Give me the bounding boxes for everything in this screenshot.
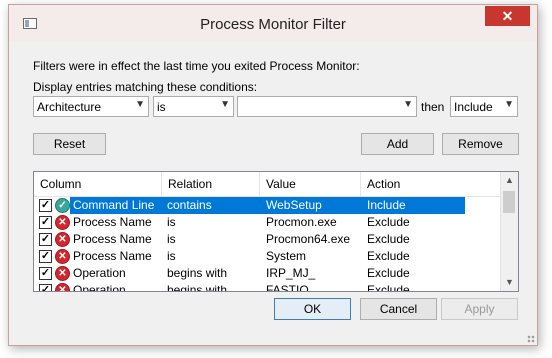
- cell-value: Procmon64.exe: [266, 232, 351, 246]
- reset-button[interactable]: Reset: [33, 133, 106, 155]
- cell-relation: begins with: [167, 266, 228, 280]
- action-select[interactable]: Include ▼: [450, 96, 518, 117]
- scroll-up-icon[interactable]: ▲: [501, 172, 518, 189]
- cell-action: Exclude: [367, 215, 410, 229]
- ok-button[interactable]: OK: [274, 298, 351, 320]
- row-checkbox[interactable]: ✓: [39, 267, 52, 280]
- list-row[interactable]: ✓ ✓ Command Line contains WebSetup Inclu…: [34, 197, 500, 214]
- list-row[interactable]: ✓ ✕ Process Name is Procmon.exe Exclude: [34, 214, 500, 231]
- chevron-down-icon: ▼: [135, 99, 145, 110]
- scroll-down-icon[interactable]: ▼: [501, 274, 518, 291]
- list-header: Column Relation Value Action: [34, 172, 500, 197]
- list-row[interactable]: ✓ ✕ Operation begins with FASTIO_ Exclud…: [34, 282, 500, 292]
- row-checkbox[interactable]: ✓: [39, 250, 52, 263]
- cell-column: Command Line: [73, 198, 155, 212]
- remove-button[interactable]: Remove: [442, 133, 519, 155]
- window-title: Process Monitor Filter: [200, 16, 346, 33]
- chevron-down-icon: ▼: [403, 99, 413, 110]
- action-select-value: Include: [454, 100, 493, 114]
- cell-column: Process Name: [73, 249, 152, 263]
- cell-action: Exclude: [367, 232, 410, 246]
- chevron-down-icon: ▼: [220, 99, 230, 110]
- list-row[interactable]: ✓ ✕ Process Name is Procmon64.exe Exclud…: [34, 231, 500, 248]
- resize-grip-icon[interactable]: [527, 335, 535, 343]
- cell-action: Exclude: [367, 266, 410, 280]
- list-row[interactable]: ✓ ✕ Process Name is System Exclude: [34, 248, 500, 265]
- title-bar: Process Monitor Filter ✕: [9, 5, 537, 41]
- cell-value: System: [266, 249, 307, 263]
- include-check-icon: ✓: [55, 198, 70, 213]
- filter-dialog: Process Monitor Filter ✕ Filters were in…: [8, 4, 538, 346]
- cell-action: Exclude: [367, 249, 410, 263]
- apply-button[interactable]: Apply: [441, 298, 518, 320]
- exclude-x-icon: ✕: [55, 249, 70, 264]
- value-combo[interactable]: ▼: [237, 96, 417, 117]
- cell-column: Operation: [73, 266, 126, 280]
- exclude-x-icon: ✕: [55, 266, 70, 281]
- close-button[interactable]: ✕: [485, 6, 530, 26]
- display-label: Display entries matching these condition…: [33, 80, 258, 94]
- cell-column: Process Name: [73, 215, 152, 229]
- header-value[interactable]: Value: [260, 172, 361, 196]
- cell-value: WebSetup: [266, 198, 322, 212]
- column-select-value: Architecture: [37, 100, 102, 114]
- header-relation[interactable]: Relation: [162, 172, 260, 196]
- then-label: then: [421, 100, 445, 114]
- scroll-thumb[interactable]: [503, 191, 515, 213]
- chevron-down-icon: ▼: [504, 99, 514, 110]
- cancel-button[interactable]: Cancel: [360, 298, 437, 320]
- info-text: Filters were in effect the last time you…: [33, 59, 360, 73]
- cell-value: IRP_MJ_: [266, 266, 316, 280]
- add-button[interactable]: Add: [361, 133, 434, 155]
- header-action[interactable]: Action: [361, 172, 500, 196]
- row-checkbox[interactable]: ✓: [39, 199, 52, 212]
- cell-action: Exclude: [367, 283, 410, 292]
- cell-relation: begins with: [167, 283, 228, 292]
- exclude-x-icon: ✕: [55, 283, 70, 291]
- cell-relation: is: [167, 232, 176, 246]
- cell-relation: contains: [167, 198, 212, 212]
- exclude-x-icon: ✕: [55, 232, 70, 247]
- cell-relation: is: [167, 249, 176, 263]
- header-column[interactable]: Column: [34, 172, 162, 196]
- cell-value: FASTIO_: [266, 283, 316, 292]
- cell-relation: is: [167, 215, 176, 229]
- cell-column: Process Name: [73, 232, 152, 246]
- relation-select-value: is: [157, 100, 166, 114]
- relation-select[interactable]: is ▼: [153, 96, 234, 117]
- row-checkbox[interactable]: ✓: [39, 233, 52, 246]
- list-row[interactable]: ✓ ✕ Operation begins with IRP_MJ_ Exclud…: [34, 265, 500, 282]
- vertical-scrollbar[interactable]: ▲ ▼: [500, 172, 518, 291]
- exclude-x-icon: ✕: [55, 215, 70, 230]
- cell-value: Procmon.exe: [266, 215, 337, 229]
- filter-list[interactable]: Column Relation Value Action ✓ ✓ Command…: [33, 171, 519, 292]
- cell-action: Include: [367, 198, 406, 212]
- row-checkbox[interactable]: ✓: [39, 216, 52, 229]
- column-select[interactable]: Architecture ▼: [33, 96, 149, 117]
- row-checkbox[interactable]: ✓: [39, 284, 52, 291]
- cell-column: Operation: [73, 283, 126, 292]
